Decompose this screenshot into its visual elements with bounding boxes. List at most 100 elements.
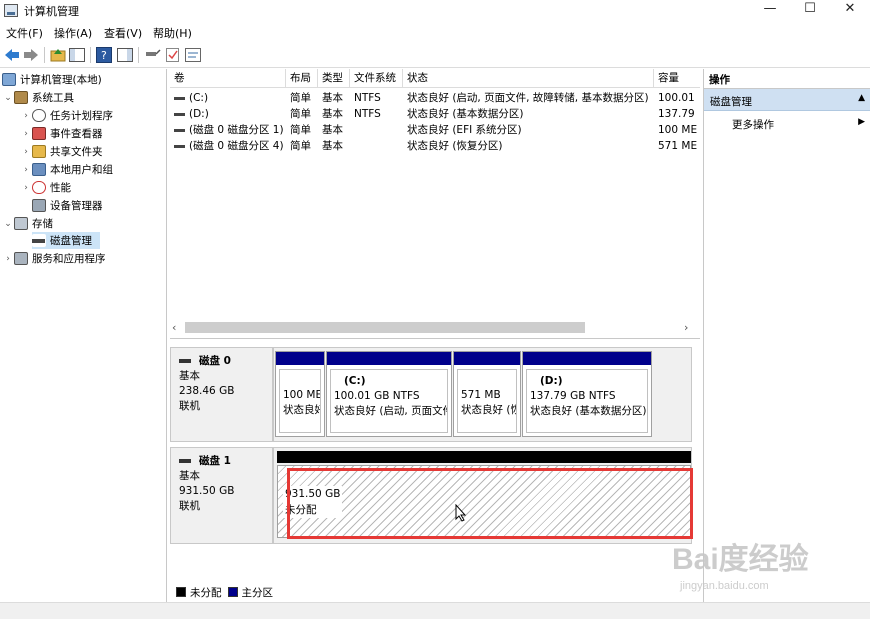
tree-item-storage[interactable]: ⌄ 存储 [2, 215, 53, 232]
disk-0-label[interactable]: 磁盘 0 基本 238.46 GB 联机 [170, 347, 273, 442]
unallocated-space[interactable]: 931.50 GB 未分配 [277, 465, 693, 539]
partition-efi[interactable]: 100 ME 状态良好 [275, 351, 325, 437]
legend-label-primary: 主分区 [241, 586, 274, 599]
menu-file[interactable]: 文件(F) [6, 25, 43, 41]
tree-item-event-viewer[interactable]: › 事件查看器 [20, 125, 103, 142]
status-bar [0, 602, 870, 619]
table-row[interactable]: (磁盘 0 磁盘分区 4) 简单 基本 状态良好 (恢复分区) 571 ME [170, 138, 700, 154]
partition-recovery[interactable]: 571 MB 状态良好 (恢 [453, 351, 521, 437]
tree-item-local-users[interactable]: › 本地用户和组 [20, 161, 113, 178]
partition-color-bar [454, 352, 520, 365]
show-action-pane-icon[interactable] [116, 46, 134, 64]
menu-action[interactable]: 操作(A) [54, 25, 92, 41]
chevron-right-icon[interactable]: › [20, 147, 32, 157]
horizontal-scrollbar[interactable]: ‹ › [170, 319, 700, 336]
cell-capacity: 137.79 [658, 108, 695, 120]
chevron-right-icon[interactable]: › [20, 111, 32, 121]
tree-item-label: 本地用户和组 [50, 164, 113, 176]
tree-item-shared-folders[interactable]: › 共享文件夹 [20, 143, 103, 160]
disk-0-type: 基本 [179, 370, 200, 382]
chevron-right-icon[interactable]: ▶ [858, 117, 865, 127]
cell-capacity: 100.01 [658, 92, 695, 104]
column-header-capacity[interactable]: 容量 [654, 69, 700, 88]
table-row[interactable]: (D:) 简单 基本 NTFS 状态良好 (基本数据分区) 137.79 [170, 106, 700, 122]
legend: 未分配 主分区 [170, 583, 700, 601]
menu-view[interactable]: 查看(V) [104, 25, 142, 41]
checkmark-icon[interactable] [164, 46, 182, 64]
partition-d[interactable]: (D:) 137.79 GB NTFS 状态良好 (基本数据分区) [522, 351, 652, 437]
up-folder-icon[interactable] [49, 46, 67, 64]
computer-management-icon [4, 4, 18, 17]
disk-1-label[interactable]: 磁盘 1 基本 931.50 GB 联机 [170, 447, 273, 544]
column-header-filesystem[interactable]: 文件系统 [350, 69, 403, 88]
window-title: 计算机管理 [24, 5, 79, 18]
cell-type: 基本 [322, 92, 343, 104]
collapse-up-icon[interactable]: ▲ [858, 93, 865, 103]
minimize-button[interactable]: — [750, 0, 790, 20]
connect-icon[interactable] [144, 46, 162, 64]
volume-icon [174, 112, 185, 116]
chevron-right-icon[interactable]: › [20, 129, 32, 139]
back-arrow-icon[interactable] [3, 46, 21, 64]
disk-1-name: 磁盘 1 [179, 454, 272, 469]
table-row[interactable]: (磁盘 0 磁盘分区 1) 简单 基本 状态良好 (EFI 系统分区) 100 … [170, 122, 700, 138]
cell-volume: (磁盘 0 磁盘分区 4) [170, 138, 286, 154]
cell-type: 基本 [322, 124, 343, 136]
cell-status: 状态良好 (基本数据分区) [407, 108, 524, 120]
column-header-status[interactable]: 状态 [403, 69, 654, 88]
tree-item-label: 事件查看器 [50, 128, 103, 140]
tree-item-performance[interactable]: › 性能 [20, 179, 71, 196]
tree-item-device-manager[interactable]: 设备管理器 [32, 197, 103, 214]
chevron-right-icon[interactable]: › [20, 183, 32, 193]
tree-item-label: 设备管理器 [50, 200, 103, 212]
tree-item-task-scheduler[interactable]: › 任务计划程序 [20, 107, 113, 124]
tree-item-system-tools[interactable]: ⌄ 系统工具 [2, 89, 74, 106]
column-header-layout[interactable]: 布局 [286, 69, 318, 88]
chevron-down-icon[interactable]: ⌄ [2, 219, 14, 229]
chevron-down-icon[interactable]: ⌄ [2, 93, 14, 103]
chevron-right-icon[interactable]: › [20, 165, 32, 175]
help-icon[interactable]: ? [95, 46, 113, 64]
watermark-brand: Bai度经验 [672, 543, 809, 576]
volume-icon [174, 128, 185, 132]
more-actions-label: 更多操作 [732, 119, 774, 131]
volume-icon [174, 144, 185, 148]
actions-section-label: 磁盘管理 [710, 96, 752, 108]
volume-list: 卷 布局 类型 文件系统 状态 容量 (C:) 简单 基本 NTFS 状态良好 … [170, 69, 700, 339]
properties-icon[interactable] [184, 46, 202, 64]
disk-icon [32, 234, 46, 247]
tree-item-services-apps[interactable]: › 服务和应用程序 [2, 250, 106, 267]
partition-size: 137.79 GB NTFS [530, 390, 616, 402]
cell-type: 基本 [322, 140, 343, 152]
tree-item-disk-management[interactable]: 磁盘管理 [32, 232, 100, 249]
column-header-type[interactable]: 类型 [318, 69, 350, 88]
legend-label-unallocated: 未分配 [190, 586, 222, 599]
scrollbar-thumb[interactable] [185, 322, 585, 333]
disk-1-type: 基本 [179, 470, 200, 482]
tree-item-label: 服务和应用程序 [32, 253, 106, 265]
tree-item-label: 计算机管理(本地) [20, 74, 102, 86]
tree-item-label: 共享文件夹 [50, 146, 103, 158]
storage-icon [14, 217, 28, 230]
scroll-left-icon[interactable]: ‹ [172, 321, 184, 334]
show-hide-tree-icon[interactable] [68, 46, 86, 64]
close-button[interactable]: ✕ [830, 0, 870, 20]
tree-item-root[interactable]: 计算机管理(本地) [2, 71, 102, 88]
menu-help[interactable]: 帮助(H) [153, 25, 192, 41]
chevron-right-icon[interactable]: › [2, 254, 14, 264]
partition-status: 状态良好 (基本数据分区) [530, 405, 647, 417]
actions-header: 操作 [704, 69, 870, 89]
scroll-right-icon[interactable]: › [684, 321, 696, 334]
partition-c[interactable]: (C:) 100.01 GB NTFS 状态良好 (启动, 页面文件 [326, 351, 452, 437]
column-header-volume[interactable]: 卷 [170, 69, 286, 88]
partition-size: 100 ME [283, 389, 321, 401]
forward-arrow-icon[interactable] [22, 46, 40, 64]
cell-capacity: 571 ME [658, 140, 698, 152]
actions-section-disk-management[interactable]: 磁盘管理 ▲ [704, 89, 870, 111]
maximize-button[interactable]: ☐ [790, 0, 830, 20]
table-row[interactable]: (C:) 简单 基本 NTFS 状态良好 (启动, 页面文件, 故障转储, 基本… [170, 90, 700, 106]
toolbar-separator [138, 47, 139, 63]
cell-volume: (磁盘 0 磁盘分区 1) [170, 122, 286, 138]
more-actions-item[interactable]: 更多操作 ▶ [704, 113, 870, 133]
menu-bar: 文件(F) 操作(A) 查看(V) 帮助(H) [0, 22, 870, 42]
